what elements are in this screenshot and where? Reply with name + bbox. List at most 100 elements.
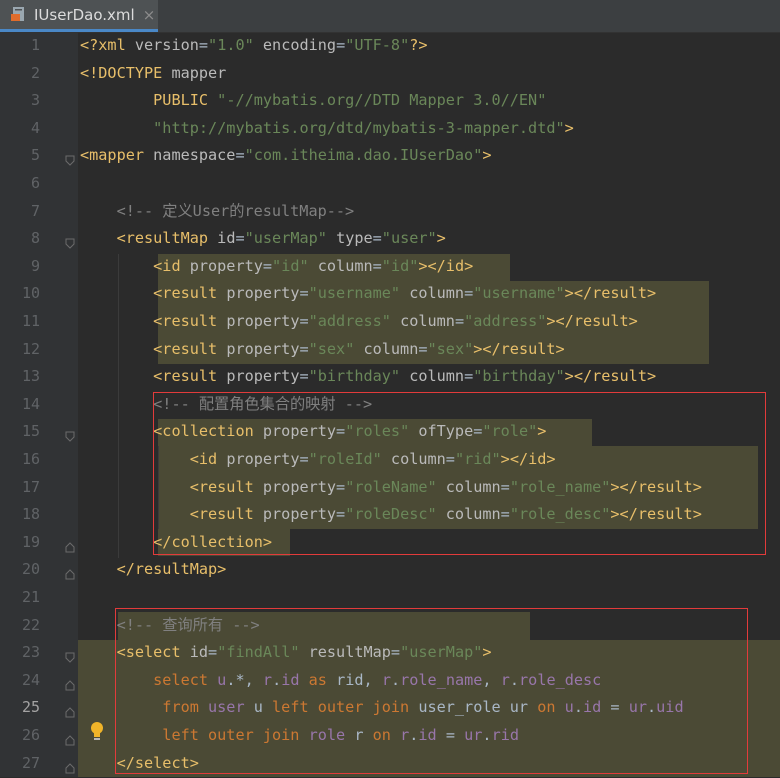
code-token: = xyxy=(299,312,309,330)
code-line[interactable]: <?xml version="1.0" encoding="UTF-8"?> xyxy=(80,32,428,60)
fold-marker-icon[interactable] xyxy=(65,648,75,663)
fold-marker-icon[interactable] xyxy=(65,759,75,774)
code-line[interactable]: PUBLIC "-//mybatis.org//DTD Mapper 3.0//… xyxy=(80,87,546,115)
code-token: type xyxy=(326,229,373,248)
line-number: 9 xyxy=(30,256,40,275)
code-token: ?> xyxy=(409,36,428,54)
tab-iuserdao-xml[interactable]: IUserDao.xml × xyxy=(0,0,158,32)
code-token: "com.itheima.dao.IUserDao" xyxy=(244,146,483,165)
code-line[interactable]: <mapper namespace="com.itheima.dao.IUser… xyxy=(80,142,492,170)
close-icon[interactable]: × xyxy=(143,6,156,24)
line-number: 12 xyxy=(21,339,40,358)
line-number: 17 xyxy=(21,477,40,496)
code-line[interactable]: <result property="birthday" column="birt… xyxy=(80,363,656,391)
code-token: <result xyxy=(153,339,227,358)
code-token: ></result> xyxy=(473,339,565,358)
code-line[interactable]: <result property="sex" column="sex"></re… xyxy=(80,336,565,364)
code-token: "address" xyxy=(464,312,547,330)
code-token: = xyxy=(372,229,382,248)
code-token: = xyxy=(235,229,245,248)
lightbulb-icon[interactable] xyxy=(88,720,106,742)
fold-marker-icon[interactable] xyxy=(65,427,75,443)
code-token: "1.0" xyxy=(208,36,254,54)
code-token: "user" xyxy=(381,229,437,248)
code-line[interactable]: <!DOCTYPE mapper xyxy=(80,60,226,88)
code-token: "sex" xyxy=(308,339,355,358)
code-token: = xyxy=(198,36,209,54)
code-token: "id" xyxy=(381,256,419,275)
code-token: mapper xyxy=(171,63,227,82)
line-number: 27 xyxy=(21,753,40,772)
code-line[interactable]: <resultMap id="userMap" type="user"> xyxy=(80,225,446,253)
line-number: 25 xyxy=(21,698,40,717)
fold-marker-icon[interactable] xyxy=(65,234,75,249)
code-token: <id xyxy=(153,256,190,275)
code-line[interactable]: </resultMap> xyxy=(80,556,227,584)
code-token: <resultMap xyxy=(116,229,218,248)
code-token: = xyxy=(235,146,245,165)
line-number: 22 xyxy=(21,615,40,634)
code-token: "username" xyxy=(308,284,401,303)
line-number: 5 xyxy=(30,146,40,165)
code-token: ></result> xyxy=(546,312,638,330)
fold-marker-icon[interactable] xyxy=(65,676,75,691)
code-token: <mapper xyxy=(80,146,154,165)
line-number: 3 xyxy=(30,91,40,110)
fold-marker-icon[interactable] xyxy=(65,703,75,718)
code-token: = xyxy=(372,256,382,275)
line-number: 13 xyxy=(21,367,40,386)
fold-marker-icon[interactable] xyxy=(65,731,75,746)
line-number: 10 xyxy=(21,284,40,303)
line-number: 14 xyxy=(21,394,40,413)
code-token: namespace xyxy=(153,146,236,165)
code-token: = xyxy=(454,312,465,330)
code-token: column xyxy=(308,256,373,275)
code-token: "userMap" xyxy=(244,229,327,248)
code-line[interactable]: <!-- 定义User的resultMap--> xyxy=(80,198,355,226)
code-token: ></result> xyxy=(564,367,657,386)
fold-marker-icon[interactable] xyxy=(65,538,75,553)
line-number: 20 xyxy=(21,560,40,579)
code-token: "username" xyxy=(473,284,565,303)
code-editor[interactable]: 1 2 3 4 5 6 7 8 9 10 11 12 13 14 15 16 17 18 19 20 21 22 23 24 2… xyxy=(0,32,780,777)
code-token: </resultMap> xyxy=(116,560,227,579)
code-token: column xyxy=(400,367,465,386)
code-line[interactable]: <result property="address" column="addre… xyxy=(80,308,638,336)
xml-file-icon xyxy=(10,6,28,24)
code-token: property xyxy=(226,284,300,303)
code-token: > xyxy=(436,229,446,248)
fold-marker-icon[interactable] xyxy=(65,151,75,167)
annotation-box-collection xyxy=(153,392,766,555)
code-token: column xyxy=(354,339,419,358)
code-token: = xyxy=(464,367,474,386)
code-token: property xyxy=(189,256,263,275)
line-number: 23 xyxy=(21,643,40,662)
code-token: "UTF-8" xyxy=(345,36,410,54)
tab-label: IUserDao.xml xyxy=(34,5,135,24)
code-line[interactable]: "http://mybatis.org/dtd/mybatis-3-mapper… xyxy=(80,115,574,143)
code-line[interactable]: <id property="id" column="id"></id> xyxy=(80,253,473,281)
fold-marker-icon[interactable] xyxy=(65,565,75,580)
code-token: = xyxy=(299,367,309,386)
code-token: = xyxy=(464,284,474,303)
code-token: = xyxy=(418,339,428,358)
line-number: 21 xyxy=(21,588,40,606)
code-token: "http://mybatis.org/dtd/mybatis-3-mapper… xyxy=(153,118,565,137)
line-number: 15 xyxy=(21,422,40,441)
code-token: = xyxy=(336,36,346,54)
code-line[interactable]: <result property="username" column="user… xyxy=(80,280,656,308)
code-token: id xyxy=(217,229,236,248)
code-token: "id" xyxy=(272,256,309,275)
code-token: <!-- 定义User的resultMap--> xyxy=(116,201,355,220)
code-token: property xyxy=(226,367,300,386)
